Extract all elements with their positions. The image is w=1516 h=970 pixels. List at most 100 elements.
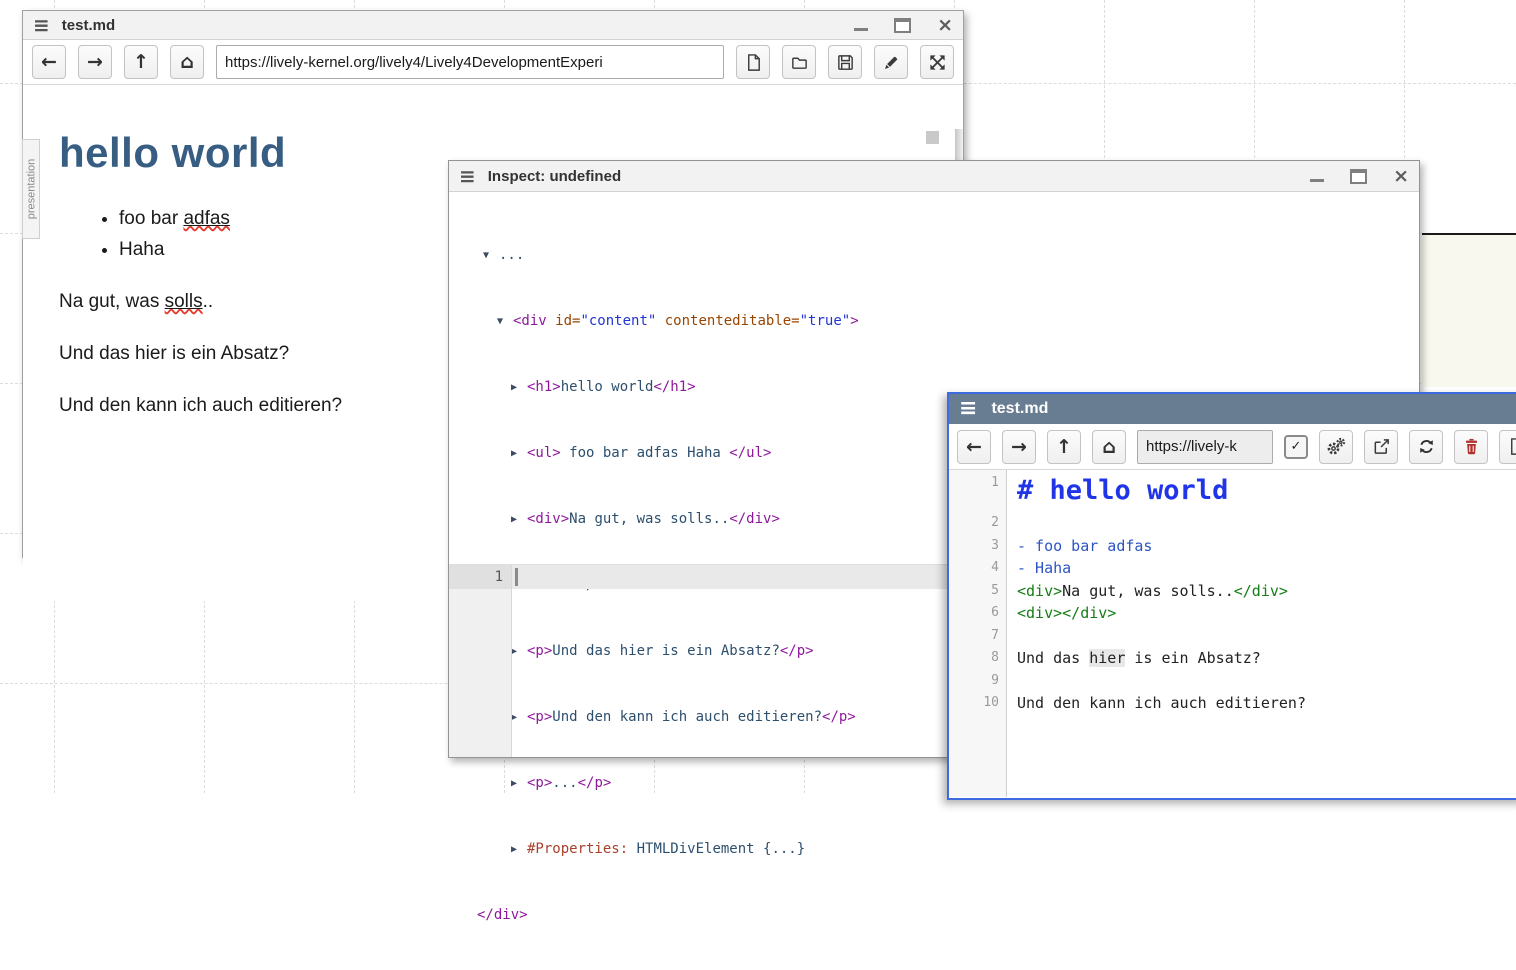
navigation-toolbar: ← → ↑ ⌂ <box>23 40 963 85</box>
editor-line[interactable]: 2 <box>949 512 1516 535</box>
line-number: 4 <box>949 557 1007 580</box>
auto-update-checkbox[interactable]: ✓ <box>1284 435 1308 459</box>
folder-button[interactable] <box>782 45 816 79</box>
minimize-button[interactable] <box>854 20 868 31</box>
editor-line[interactable]: 6<div></div> <box>949 602 1516 625</box>
presentation-tab[interactable]: presentation <box>22 139 40 239</box>
html-tag: <div> <box>1017 582 1062 600</box>
maximize-button[interactable] <box>894 18 911 33</box>
folder-icon <box>790 53 809 72</box>
back-button[interactable]: ← <box>957 430 991 464</box>
save-icon <box>836 53 855 72</box>
tree-node[interactable]: </div> <box>449 904 1419 926</box>
editor-line[interactable]: 5 <div>Na gut, was solls..</div> <box>949 580 1516 603</box>
node-text: hello world <box>561 379 654 395</box>
source-text: is ein Absatz? <box>1125 649 1260 667</box>
open-external-button[interactable] <box>1364 430 1398 464</box>
expand-triangle-icon[interactable]: ▼ <box>497 311 513 333</box>
editor-line[interactable]: 9 <box>949 670 1516 693</box>
close-button[interactable]: × <box>1393 167 1409 186</box>
misspelled-word: adfas <box>183 208 229 229</box>
up-button[interactable]: ↑ <box>124 45 158 79</box>
node-text: ... <box>552 775 577 791</box>
markdown-source-editor[interactable]: 1 # hello world 2 3- foo bar adfas 4 - Hah… <box>949 470 1516 797</box>
line-number: 5 <box>949 580 1007 603</box>
maximize-button[interactable] <box>1350 169 1367 184</box>
tree-node[interactable]: ▶#Properties: HTMLDivElement {...} <box>449 838 1419 860</box>
node-tag: </div> <box>477 907 528 923</box>
maximize-icon <box>1350 169 1367 184</box>
editor-line[interactable]: 10Und den kann ich auch editieren? <box>949 692 1516 715</box>
expand-triangle-icon[interactable]: ▶ <box>511 377 527 399</box>
menu-icon[interactable]: ≡ <box>459 166 476 186</box>
expand-triangle-icon[interactable]: ▶ <box>511 773 527 795</box>
source-text: Na gut, was solls.. <box>1062 582 1234 600</box>
forward-icon: → <box>1011 436 1027 458</box>
menu-icon[interactable]: ≡ <box>33 15 50 35</box>
trash-icon <box>1462 437 1481 456</box>
md-source-list: - Haha <box>1017 559 1071 577</box>
node-text: HTMLDivElement {...} <box>628 841 805 857</box>
close-button[interactable]: × <box>937 16 953 35</box>
window-title: test.md <box>991 400 1048 418</box>
titlebar: ≡ Inspect: undefined × <box>449 161 1419 192</box>
md-source-heading: # hello world <box>1017 475 1228 506</box>
minimize-button[interactable] <box>1310 171 1324 182</box>
external-link-icon <box>1372 437 1391 456</box>
node-tag: <h1> <box>527 379 561 395</box>
save-button[interactable] <box>828 45 862 79</box>
back-button[interactable]: ← <box>32 45 66 79</box>
new-file-button[interactable] <box>1499 430 1516 464</box>
md-source-list: - foo bar adfas <box>1017 537 1152 555</box>
presentation-tab-label: presentation <box>25 159 37 220</box>
node-tag: <p> <box>527 775 552 791</box>
home-button[interactable]: ⌂ <box>170 45 204 79</box>
settings-button[interactable] <box>1319 430 1353 464</box>
expand-triangle-icon[interactable]: ▶ <box>511 509 527 531</box>
refresh-button[interactable] <box>1409 430 1443 464</box>
forward-button[interactable]: → <box>78 45 112 79</box>
line-number: 1 <box>949 470 1007 512</box>
up-icon: ↑ <box>1056 436 1072 458</box>
titlebar: ≡ test.md × <box>23 11 963 40</box>
menu-icon[interactable]: ≡ <box>959 398 977 420</box>
expand-triangle-icon[interactable]: ▶ <box>511 839 527 861</box>
highlighted-word: hier <box>1089 649 1125 667</box>
minimize-icon <box>854 28 868 31</box>
line-number-gutter <box>449 565 512 757</box>
back-icon: ← <box>41 51 57 73</box>
forward-button[interactable]: → <box>1002 430 1036 464</box>
scrollbar-thumb[interactable] <box>926 131 939 144</box>
editor-line[interactable]: 1 # hello world <box>949 470 1516 512</box>
desktop: ≡ test.md × ← → ↑ ⌂ <box>0 0 1516 793</box>
expand-button[interactable] <box>920 45 954 79</box>
tree-node[interactable]: ▼<div id="content" contenteditable="true… <box>449 310 1419 332</box>
new-file-icon <box>744 53 763 72</box>
url-input[interactable] <box>1137 430 1273 464</box>
window-controls: × <box>1310 167 1409 186</box>
editor-line[interactable]: 8Und das hier is ein Absatz? <box>949 647 1516 670</box>
delete-button[interactable] <box>1454 430 1488 464</box>
editor-line[interactable]: 4 - Haha <box>949 557 1516 580</box>
background-panel <box>1422 233 1516 387</box>
minimize-icon <box>1310 179 1324 182</box>
editor-line[interactable]: 3- foo bar adfas <box>949 535 1516 558</box>
editor-line[interactable]: 7 <box>949 625 1516 648</box>
window-markdown-editor: ≡ test.md ← → ↑ ⌂ ✓ <box>947 392 1516 800</box>
html-tag: </div> <box>1234 582 1288 600</box>
line-number: 9 <box>949 670 1007 693</box>
node-tag: <ul> <box>527 445 561 461</box>
tree-node[interactable]: ▼... <box>449 244 1419 266</box>
expand-triangle-icon[interactable]: ▼ <box>483 245 499 267</box>
up-icon: ↑ <box>133 51 149 73</box>
up-button[interactable]: ↑ <box>1047 430 1081 464</box>
line-number: 8 <box>949 647 1007 670</box>
expand-triangle-icon[interactable]: ▶ <box>511 443 527 465</box>
home-button[interactable]: ⌂ <box>1092 430 1126 464</box>
node-tag: > <box>850 313 858 329</box>
new-file-button[interactable] <box>736 45 770 79</box>
node-text: foo bar adfas Haha <box>561 445 730 461</box>
node-attr: id= <box>555 313 580 329</box>
url-input[interactable] <box>216 45 724 79</box>
edit-button[interactable] <box>874 45 908 79</box>
